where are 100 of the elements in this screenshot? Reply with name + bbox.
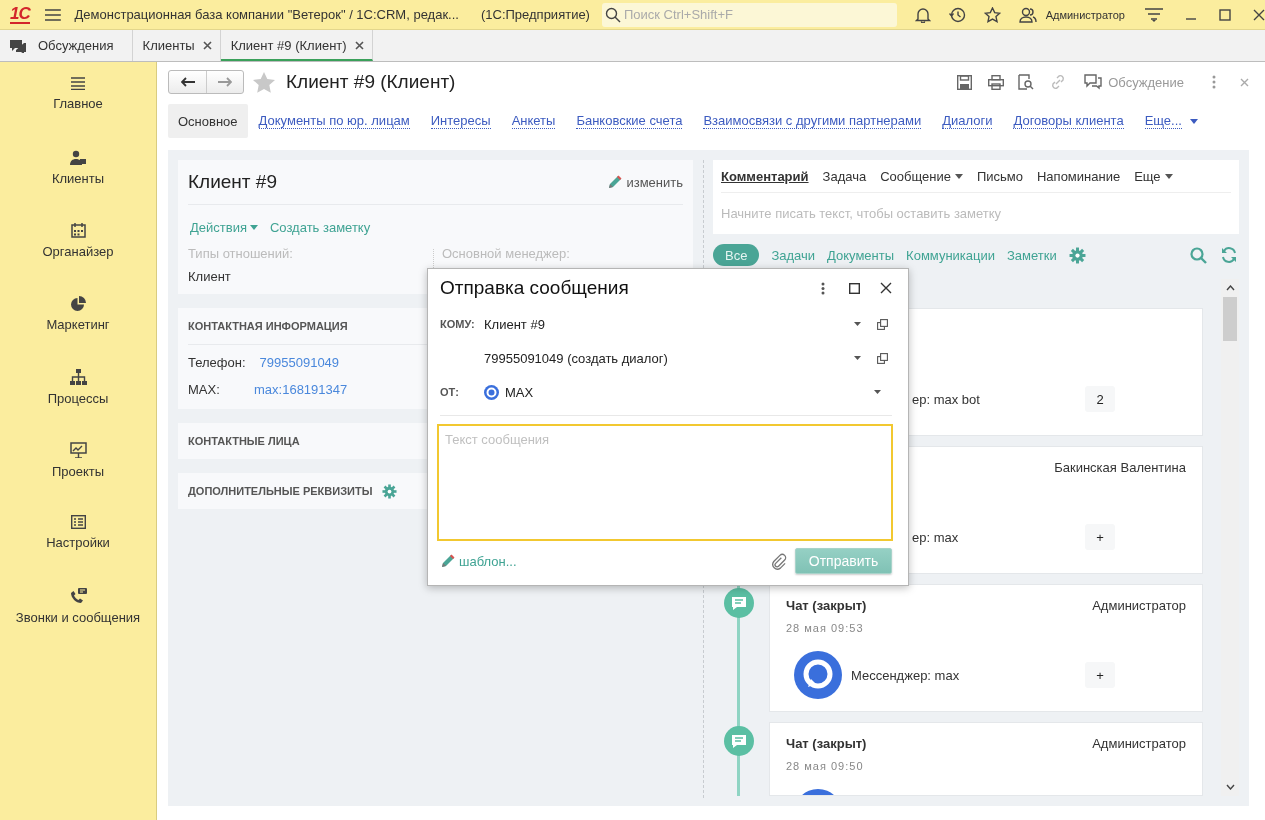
star-icon[interactable]: [253, 71, 275, 93]
menu-icon[interactable]: [44, 8, 61, 21]
dropdown-icon[interactable]: [874, 390, 881, 394]
search-input[interactable]: Поиск Ctrl+Shift+F: [620, 7, 884, 22]
tab[interactable]: Еще...: [1134, 104, 1208, 138]
pie-chart-icon: [70, 296, 86, 311]
section-title: КОНТАКТНАЯ ИНФОРМАЦИЯ: [188, 320, 348, 332]
tab[interactable]: Договоры клиента: [1003, 104, 1134, 138]
scroll-down-icon[interactable]: [1225, 784, 1235, 790]
scroll-up-icon[interactable]: [1225, 285, 1235, 291]
users-icon[interactable]: [1018, 6, 1037, 23]
bell-icon[interactable]: [914, 6, 931, 23]
tab[interactable]: Письмо: [976, 168, 1023, 184]
contact-link[interactable]: 79955091049: [259, 355, 340, 370]
activity-title: Чат (закрыт): [786, 735, 867, 751]
activity-card[interactable]: Чат (закрыт) Администратор 28 мая 09:53 Мессенджер: max +: [769, 584, 1203, 712]
message-icon: [723, 726, 754, 756]
activity-date: 28 мая 09:53: [786, 622, 864, 634]
scrollbar[interactable]: [1221, 279, 1239, 796]
settings-icon[interactable]: [1068, 246, 1086, 264]
section-title: ДОПОЛНИТЕЛЬНЫЕ РЕКВИЗИТЫ: [188, 485, 373, 497]
tab[interactable]: Взаимосвязи с другими партнерами: [693, 104, 932, 138]
open-icon[interactable]: [877, 352, 888, 364]
pencil-icon: [440, 553, 455, 569]
nav-item[interactable]: Маркетинг: [0, 292, 156, 365]
print-icon[interactable]: [988, 74, 1005, 90]
sender-value[interactable]: MAX: [505, 384, 534, 400]
contact-link[interactable]: max:168191347: [254, 382, 348, 397]
tab[interactable]: Анкеты: [501, 104, 566, 138]
maximize-icon[interactable]: [849, 282, 860, 294]
close-icon[interactable]: [202, 41, 212, 50]
more-icon[interactable]: [821, 281, 825, 295]
close-icon[interactable]: [1253, 8, 1265, 21]
settings-icon[interactable]: [382, 483, 398, 499]
refresh-icon[interactable]: [1221, 246, 1237, 263]
activity-date: 28 мая 09:50: [786, 760, 864, 772]
user-name[interactable]: Администратор: [1045, 8, 1125, 21]
search-icon[interactable]: [1190, 246, 1207, 264]
tab[interactable]: Документы по юр. лицам: [248, 104, 420, 138]
dropdown-icon[interactable]: [854, 356, 861, 360]
tab[interactable]: Обсуждения: [0, 30, 133, 61]
recipient-value[interactable]: Клиент #9: [484, 316, 545, 332]
activity-author: Администратор: [1092, 735, 1186, 751]
tab[interactable]: Комментарий: [721, 168, 809, 184]
menu-icon[interactable]: [1145, 7, 1163, 22]
save-icon[interactable]: [957, 74, 973, 90]
caret-icon[interactable]: [954, 173, 963, 179]
tab[interactable]: Основное: [168, 104, 248, 138]
caret-icon[interactable]: [1189, 118, 1198, 124]
tab[interactable]: Напоминание: [1036, 168, 1121, 184]
user-icon: [70, 150, 86, 165]
field-label: ОТ:: [440, 386, 460, 398]
app-logo[interactable]: 1С: [10, 5, 30, 24]
tab[interactable]: Сообщение: [880, 168, 963, 184]
paperclip-icon[interactable]: [770, 552, 787, 570]
tab[interactable]: Интересы: [420, 104, 501, 138]
scrollbar-thumb[interactable]: [1223, 297, 1237, 341]
counter-button[interactable]: +: [1085, 662, 1115, 688]
close-icon[interactable]: [880, 282, 892, 294]
tab[interactable]: Клиент #9 (Клиент): [220, 30, 373, 61]
address-value[interactable]: 79955091049 (создать диалог): [484, 350, 668, 366]
field-label: Типы отношений:: [188, 246, 294, 261]
caret-icon[interactable]: [1164, 173, 1173, 179]
close-icon[interactable]: [354, 41, 364, 50]
edit-link[interactable]: изменить: [607, 174, 683, 190]
tab[interactable]: Диалоги: [932, 104, 1003, 138]
history-icon[interactable]: [948, 6, 966, 23]
message-field[interactable]: Текст сообщения: [437, 424, 893, 541]
composer-card[interactable]: Комментарий Задача Сообщение Письмо Напоминание Еще Начните писать текст, чтобы оставить заметку: [713, 160, 1239, 234]
counter-button[interactable]: +: [1085, 524, 1115, 550]
activity-card[interactable]: Чат (закрыт) Администратор 28 мая 09:50: [769, 722, 1203, 796]
field-label: MAX:: [188, 382, 221, 397]
nav-item[interactable]: Звонки и сообщения: [0, 584, 156, 657]
counter-button[interactable]: 2: [1085, 386, 1115, 412]
open-icon[interactable]: [877, 318, 888, 330]
nav-item[interactable]: Проекты: [0, 438, 156, 511]
section-title: КОНТАКТНЫЕ ЛИЦА: [188, 435, 300, 447]
menu-icon: [71, 77, 85, 90]
search-icon: [604, 6, 621, 23]
preview-icon[interactable]: [1018, 74, 1035, 90]
nav-item[interactable]: Клиенты: [0, 146, 156, 219]
nav-item[interactable]: Главное: [0, 73, 156, 146]
maximize-icon[interactable]: [1219, 8, 1231, 21]
messenger-icon: [484, 384, 499, 400]
dropdown-icon[interactable]: [854, 322, 861, 326]
client-name: Клиент #9: [188, 171, 278, 193]
nav-item[interactable]: Процессы: [0, 365, 156, 438]
tab[interactable]: Банковские счета: [566, 104, 693, 138]
org-chart-icon: [69, 369, 87, 385]
star-icon[interactable]: [983, 6, 1001, 23]
nav-item[interactable]: Настройки: [0, 511, 156, 584]
arrow-left-icon: [180, 77, 195, 87]
nav-item[interactable]: Органайзер: [0, 219, 156, 292]
presentation-icon: [69, 442, 87, 458]
tab[interactable]: Клиенты: [132, 30, 221, 61]
search-field[interactable]: Поиск Ctrl+Shift+F: [601, 2, 897, 27]
tab[interactable]: Задача: [822, 168, 867, 184]
activity-text: ер: max bot: [912, 391, 980, 407]
tab[interactable]: Еще: [1134, 168, 1173, 184]
window-title: Демонстрационная база компании "Ветерок" / 1С:CRM, редак...: [74, 7, 459, 22]
